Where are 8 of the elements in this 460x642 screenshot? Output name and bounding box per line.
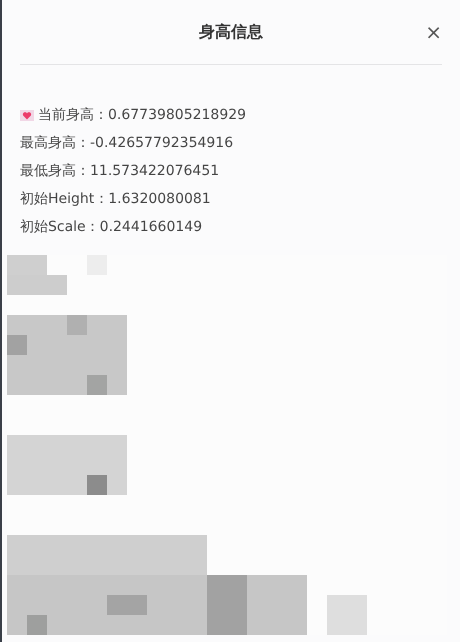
height-info-text: 当前身高：0.67739805218929 <box>38 106 246 124</box>
heart-icon <box>20 110 34 120</box>
height-info-text: 最低身高：11.573422076451 <box>20 162 220 180</box>
dialog-title: 身高信息 <box>199 22 263 42</box>
height-info-text: 最高身高：-0.42657792354916 <box>20 134 234 152</box>
close-button[interactable]: × <box>425 22 442 42</box>
height-info-text: 初始Scale：0.2441660149 <box>20 218 202 236</box>
height-info-text: 初始Height：1.6320080081 <box>20 190 211 208</box>
